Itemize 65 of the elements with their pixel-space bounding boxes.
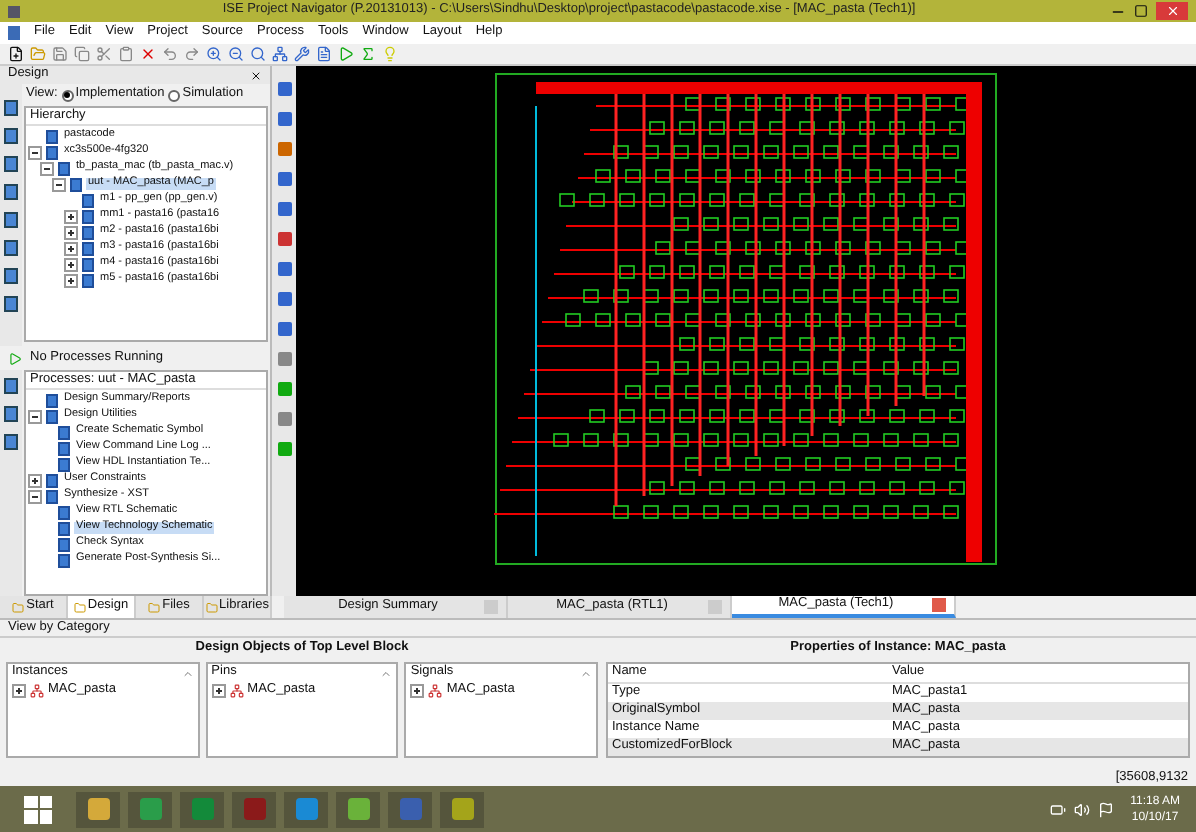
redo-icon[interactable] (184, 46, 200, 62)
toolbar-icon[interactable] (277, 232, 291, 246)
collapse-icon[interactable] (28, 145, 42, 159)
expand-icon[interactable] (211, 684, 226, 698)
toolbar-icon[interactable] (277, 382, 291, 396)
toolbar-icon[interactable] (277, 262, 291, 276)
hierarchy-icon[interactable] (272, 46, 288, 62)
expand-icon[interactable] (64, 225, 78, 239)
windows-start-icon[interactable] (24, 795, 52, 823)
zoom-in-icon[interactable] (206, 46, 222, 62)
folder-icon[interactable] (30, 46, 46, 62)
taskbar-app-icon[interactable] (76, 791, 120, 827)
flag-icon[interactable] (1098, 801, 1115, 817)
undo-icon[interactable] (162, 46, 178, 62)
collapse-icon[interactable] (40, 161, 54, 175)
folder-icon (148, 601, 161, 613)
toolbar-icon[interactable] (277, 172, 291, 186)
copy-icon[interactable] (74, 46, 90, 62)
search-icon[interactable] (250, 46, 266, 62)
folder-icon (73, 601, 86, 613)
toolbar-icon[interactable] (277, 322, 291, 336)
battery-icon[interactable] (1050, 801, 1067, 817)
expand-icon[interactable] (410, 684, 425, 698)
play-icon[interactable] (8, 351, 22, 365)
expand-icon[interactable] (64, 241, 78, 255)
expand-icon[interactable] (12, 684, 26, 698)
toolbar-icon[interactable] (277, 412, 291, 426)
expand-icon[interactable] (64, 273, 78, 287)
document-icon[interactable] (316, 46, 332, 62)
toolbar-icon[interactable] (277, 112, 291, 126)
clipboard-icon[interactable] (118, 46, 134, 62)
toolbar-icon[interactable] (277, 352, 291, 366)
radio-icon[interactable] (168, 89, 181, 101)
wrench-icon[interactable] (294, 46, 310, 62)
toolbar-icon[interactable] (277, 202, 291, 216)
expand-icon[interactable] (64, 257, 78, 271)
expand-icon[interactable] (28, 473, 42, 487)
toolbar-icon[interactable] (277, 82, 291, 96)
hierarchy-icon (229, 684, 244, 698)
sigma-icon[interactable] (360, 46, 376, 62)
taskbar-app-icon[interactable] (336, 791, 380, 827)
save-icon[interactable] (52, 46, 68, 62)
radio-icon[interactable] (61, 89, 74, 101)
new-file-icon[interactable] (8, 46, 24, 62)
cut-icon[interactable] (96, 46, 112, 62)
speaker-icon[interactable] (1074, 801, 1091, 817)
collapse-icon[interactable] (28, 409, 42, 423)
toolbar-icon[interactable] (277, 292, 291, 306)
folder-icon (205, 601, 218, 613)
maximize-icon[interactable] (1134, 4, 1148, 18)
folder-icon (12, 601, 25, 613)
hierarchy-icon (428, 684, 443, 698)
taskbar-app-icon[interactable] (128, 791, 172, 827)
collapse-icon[interactable] (28, 489, 42, 503)
taskbar-app-icon[interactable] (284, 791, 328, 827)
collapse-icon[interactable] (52, 177, 66, 191)
toolbar-icon[interactable] (277, 442, 291, 456)
hierarchy-icon (30, 684, 44, 698)
toolbar-icon[interactable] (277, 142, 291, 156)
zoom-out-icon[interactable] (228, 46, 244, 62)
taskbar-app-icon[interactable] (440, 791, 484, 827)
expand-icon[interactable] (64, 209, 78, 223)
play-icon[interactable] (338, 46, 354, 62)
close-button[interactable] (1156, 2, 1188, 20)
delete-icon[interactable] (140, 46, 156, 62)
